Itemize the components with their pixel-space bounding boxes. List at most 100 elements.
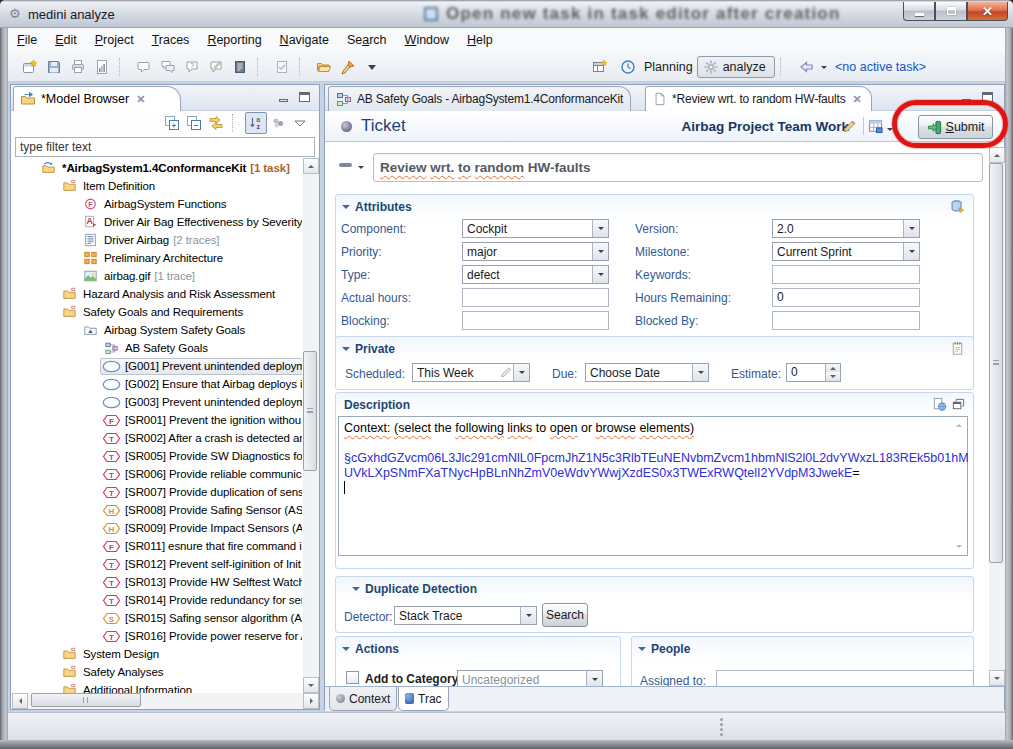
minimize-view-button[interactable] [276,90,290,102]
window-minimize-button[interactable] [903,2,935,21]
tree-item[interactable]: [G001] Prevent unintended deploym [100,357,302,375]
maximize-view-button[interactable] [297,90,311,102]
new-wizard-icon[interactable] [18,56,42,78]
tree-item[interactable]: H [SR008] Provide Safing Sensor (ASIL [100,501,302,519]
tree-item[interactable]: T [SR013] Provide HW Selftest Watchd [100,573,302,591]
expand-all-icon[interactable] [161,112,183,134]
tree-item[interactable]: T [SR007] Provide duplication of sens [100,483,302,501]
view-menu-icon[interactable] [289,112,311,134]
tree-item[interactable]: T [SR002] After a crash is detected an [100,429,302,447]
bubble-edit-icon[interactable] [204,56,228,78]
tab-model-browser[interactable]: *Model Browser ✕ [13,86,181,111]
priority-dash-icon[interactable] [339,163,352,167]
tree-item[interactable]: System Design [58,645,167,663]
preview-browser-icon[interactable] [932,397,947,415]
menu-item[interactable]: Edit [46,29,86,51]
window-titlebar[interactable]: Open new task in task editor after creat… [0,0,1013,28]
sash-grip[interactable] [720,718,723,736]
collapse-triangle-icon[interactable] [342,205,350,213]
notes-icon[interactable] [228,56,252,78]
tree-item[interactable]: Safety Goals and Requirements [58,303,251,321]
attribute-input[interactable] [772,311,920,330]
tree-item[interactable]: T [SR014] Provide redundancy for sen [100,591,302,609]
description-link[interactable]: §cGxhdGZvcm06L3Jlc291cmNlL0FpcmJhZ1N5c3R… [344,451,969,480]
scheduled-combo[interactable]: This Week [412,363,530,382]
notepad-icon[interactable] [950,341,965,359]
task-check-icon[interactable] [270,56,294,78]
project-team-link[interactable]: Airbag Project Team Work [639,119,849,134]
bubble-pair-icon[interactable] [156,56,180,78]
tree-item[interactable]: airbag.gif [1 trace] [79,267,199,285]
back-arrow-icon[interactable] [794,56,818,78]
tree-vertical-scrollbar[interactable] [303,158,319,693]
tab-trac[interactable]: Trac [398,687,449,711]
tree-item[interactable]: Hazard Analysis and Risk Assessment [58,285,283,303]
open-folder-icon[interactable] [312,56,336,78]
planning-perspective-label[interactable]: Planning [644,60,693,74]
tree-item[interactable]: [G002] Ensure that Airbag deploys i [100,375,302,393]
tree-horizontal-scrollbar[interactable] [12,693,319,709]
back-history-caret[interactable] [821,66,827,72]
bubble-icon[interactable] [132,56,156,78]
close-view-icon[interactable]: ✕ [134,93,147,106]
menu-item[interactable]: Help [458,29,502,51]
brush-icon[interactable] [336,56,360,78]
estimate-spinner[interactable]: 0 [786,363,841,382]
attributes-grid-icon[interactable] [868,119,883,137]
bubble-q-icon[interactable]: ? [180,56,204,78]
add-to-category-checkbox[interactable] [346,671,359,684]
tree-item[interactable]: [G003] Prevent unintended deploym [100,393,302,411]
update-attributes-icon[interactable] [950,199,965,217]
attribute-input[interactable] [772,265,920,284]
no-active-task-label[interactable]: <no active task> [835,60,926,74]
tree-item[interactable]: Driver Airbag [2 traces] [79,231,223,249]
tree-item[interactable]: Item Definition [58,177,163,195]
tree-item[interactable]: Additional Information [58,681,200,693]
title-dropdown-caret[interactable] [358,166,364,172]
menu-item[interactable]: Traces [143,29,199,51]
tree-item[interactable]: T [SR016] Provide power reserve for A [100,627,302,645]
sort-az-icon[interactable]: az [245,112,267,134]
tree-item[interactable]: H [SR009] Provide Impact Sensors (AS [100,519,302,537]
task-title-input[interactable]: Review wrt. to random HW-faults [373,153,983,182]
description-textarea[interactable]: Context: (select the following links to … [338,416,968,556]
tree-item[interactable]: F [SR001] Prevent the ignition withou [100,411,302,429]
detector-combo[interactable]: Stack Trace [394,606,537,625]
tab-context[interactable]: Context [329,687,397,711]
print-icon[interactable] [66,56,90,78]
caret-down-icon[interactable] [360,56,384,78]
tree-item[interactable]: F AirbagSystem Functions [79,195,234,213]
window-close-button[interactable]: ✕ [967,2,1008,21]
save-icon[interactable] [42,56,66,78]
report-icon[interactable] [90,56,114,78]
analyze-perspective-button[interactable]: analyze [697,56,775,78]
tree-item[interactable]: *AirbagSystem1.4ConformanceKit [1 task] [37,159,294,177]
window-maximize-button[interactable] [935,2,967,21]
attribute-combo[interactable]: Current Sprint [772,242,920,261]
link-editor-icon[interactable] [205,112,227,134]
tree-item[interactable]: F [SR011] esnure that fire command i [100,537,302,555]
attribute-input[interactable]: 0 [772,288,920,307]
open-perspective-icon[interactable] [588,56,612,78]
menu-item[interactable]: Window [396,29,458,51]
search-button[interactable]: Search [542,603,588,627]
menu-item[interactable]: Project [86,29,143,51]
collapse-all-icon[interactable] [183,112,205,134]
tree-item[interactable]: T [SR005] Provide SW Diagnostics for [100,447,302,465]
form-vertical-scrollbar[interactable] [989,147,1005,686]
tree-item[interactable]: T [SR012] Prevent self-iginition of Init [100,555,302,573]
menu-item[interactable]: Reporting [198,29,270,51]
menu-item[interactable]: Search [338,29,396,51]
tree-item[interactable]: AB Safety Goals [100,339,216,357]
tree-item[interactable]: Airbag System Safety Goals [79,321,253,339]
filter-dots-icon[interactable] [267,112,289,134]
close-tab-icon[interactable]: ✕ [850,93,863,106]
tree-item[interactable]: T [SR006] Provide reliable communica [100,465,302,483]
tree-item[interactable]: S [SR015] Safing sensor algorithm (AS [100,609,302,627]
tree-item[interactable]: Safety Analyses [58,663,171,681]
planning-clock-icon[interactable] [616,56,640,78]
edit-pencil-icon[interactable] [842,119,857,137]
tree-item[interactable]: A Driver Air Bag Effectiveness by Severi… [79,213,302,231]
attribute-combo[interactable]: 2.0 [772,219,920,238]
tree-filter-input[interactable] [15,137,315,157]
